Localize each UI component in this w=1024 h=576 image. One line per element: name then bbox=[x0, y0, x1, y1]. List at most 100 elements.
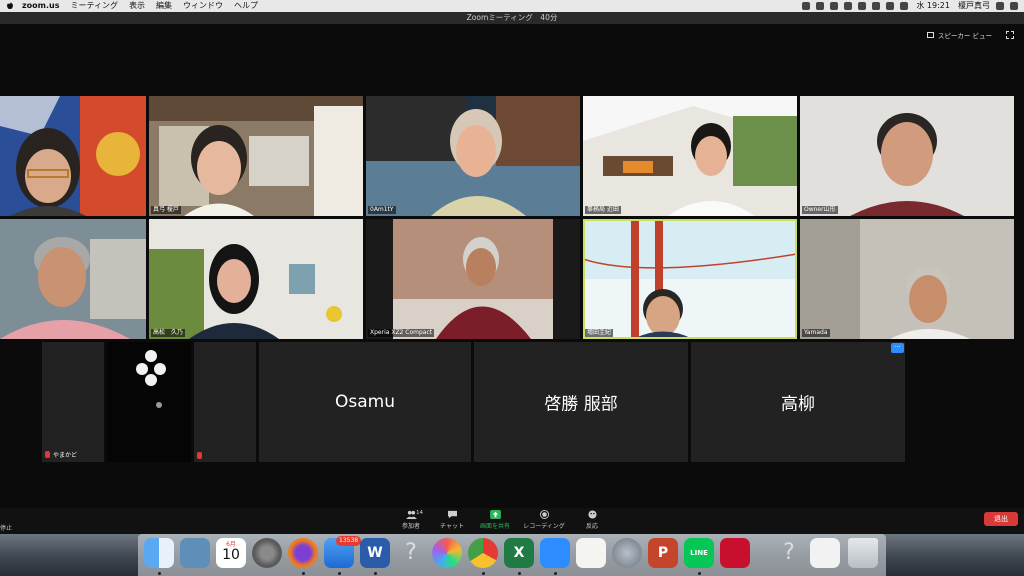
system-preferences-icon[interactable] bbox=[252, 538, 282, 568]
no-video-tile[interactable]: やまかど bbox=[42, 342, 104, 462]
menu-view[interactable]: 表示 bbox=[129, 0, 145, 12]
dropbox-icon[interactable] bbox=[844, 2, 853, 10]
grid-icon bbox=[926, 32, 934, 38]
participant-video bbox=[800, 96, 1014, 216]
no-video-tile[interactable]: 高柳 ··· bbox=[691, 342, 905, 462]
menu-edit[interactable]: 編集 bbox=[156, 0, 172, 12]
chrome-icon[interactable] bbox=[468, 538, 498, 568]
share-screen-button[interactable]: 画面を共有 bbox=[478, 510, 512, 530]
menu-help[interactable]: ヘルプ bbox=[234, 0, 258, 12]
muted-mic-icon bbox=[197, 452, 202, 459]
speaker-view-label: スピーカー ビュー bbox=[937, 32, 992, 40]
acrobat-icon[interactable] bbox=[720, 538, 750, 568]
document-icon[interactable] bbox=[810, 538, 840, 568]
video-tile[interactable]: 0Am1tY bbox=[366, 96, 580, 216]
video-tile[interactable]: 真弓 榎戸 bbox=[149, 96, 363, 216]
clock[interactable]: 水 19:21 bbox=[916, 0, 950, 12]
status-app-icon[interactable] bbox=[802, 2, 811, 10]
reactions-button[interactable]: 反応 bbox=[579, 510, 605, 530]
video-tile[interactable] bbox=[107, 342, 191, 462]
participant-name: 事務局 近田 bbox=[585, 206, 621, 214]
more-options-icon[interactable]: ··· bbox=[891, 343, 904, 353]
menu-app-name[interactable]: zoom.us bbox=[22, 0, 59, 12]
word-icon[interactable]: W bbox=[360, 538, 390, 568]
video-tile-active-speaker[interactable]: 増田圭紀 bbox=[583, 219, 797, 339]
video-tile[interactable] bbox=[0, 219, 146, 339]
running-indicator bbox=[158, 572, 161, 575]
textedit-icon[interactable] bbox=[576, 538, 606, 568]
firefox-icon[interactable] bbox=[288, 538, 318, 568]
video-tile[interactable]: Owner山形 bbox=[800, 96, 1014, 216]
user-name[interactable]: 榎戸真弓 bbox=[958, 0, 990, 12]
launchpad-icon[interactable] bbox=[612, 538, 642, 568]
video-tile[interactable]: 高松 久乃 bbox=[149, 219, 363, 339]
zoom-icon[interactable] bbox=[540, 538, 570, 568]
record-button[interactable]: レコーディング bbox=[520, 510, 568, 530]
chat-button[interactable]: チャット bbox=[437, 510, 467, 530]
participant-video bbox=[583, 96, 797, 216]
participant-name: 高柳 bbox=[781, 394, 815, 415]
running-indicator bbox=[554, 572, 557, 575]
powerpoint-icon[interactable]: P bbox=[648, 538, 678, 568]
meeting-toolbar: 停止 参加者 14 チャット 画面を共有 レコーディング 反応 退出 bbox=[0, 508, 1024, 534]
volume-icon[interactable] bbox=[886, 2, 895, 10]
running-indicator bbox=[518, 572, 521, 575]
participant-video bbox=[136, 350, 166, 408]
video-tile[interactable]: Yamada bbox=[800, 219, 1014, 339]
participants-label: 参加者 bbox=[401, 523, 420, 530]
excel-icon[interactable]: X bbox=[504, 538, 534, 568]
reactions-label: 反応 bbox=[585, 523, 598, 530]
participant-name: Owner山形 bbox=[802, 206, 838, 214]
chat-icon bbox=[447, 510, 457, 519]
reactions-icon bbox=[587, 510, 597, 519]
muted-mic-icon bbox=[45, 451, 50, 458]
participant-name: 増田圭紀 bbox=[585, 329, 614, 337]
participant-video bbox=[0, 219, 146, 339]
participant-name: 真弓 榎戸 bbox=[151, 206, 181, 214]
share-screen-icon bbox=[489, 510, 501, 519]
running-indicator bbox=[338, 572, 341, 575]
participant-name: やまかど bbox=[53, 452, 78, 459]
fullscreen-icon[interactable] bbox=[1006, 31, 1014, 39]
calendar-date: 10 bbox=[222, 547, 240, 563]
record-icon bbox=[539, 510, 549, 519]
speaker-view-button[interactable]: スピーカー ビュー bbox=[926, 30, 992, 40]
running-indicator bbox=[698, 572, 701, 575]
line-icon[interactable]: LINE bbox=[684, 538, 714, 568]
participant-video bbox=[149, 219, 363, 339]
stop-video-label[interactable]: 停止 bbox=[0, 523, 12, 532]
participant-video bbox=[0, 96, 146, 216]
calendar-icon[interactable]: 6月 10 bbox=[216, 538, 246, 568]
no-video-tile[interactable] bbox=[194, 342, 256, 462]
participants-count: 14 bbox=[416, 510, 423, 516]
battery-icon[interactable] bbox=[900, 2, 909, 10]
finder-icon[interactable] bbox=[144, 538, 174, 568]
participants-icon bbox=[405, 510, 417, 519]
participant-name: 啓勝 服部 bbox=[544, 394, 618, 415]
record-status-icon[interactable] bbox=[830, 2, 839, 10]
menu-meeting[interactable]: ミーティング bbox=[70, 0, 118, 12]
no-video-tile[interactable]: Osamu bbox=[259, 342, 471, 462]
video-tile[interactable]: 事務局 近田 bbox=[583, 96, 797, 216]
participant-video bbox=[583, 219, 797, 339]
preview-icon[interactable] bbox=[180, 538, 210, 568]
zoom-status-icon[interactable] bbox=[816, 2, 825, 10]
status-area: 水 19:21 榎戸真弓 bbox=[796, 0, 1018, 12]
apple-menu-icon[interactable] bbox=[6, 2, 14, 10]
no-video-tile[interactable]: 啓勝 服部 bbox=[474, 342, 688, 462]
leave-meeting-button[interactable]: 退出 bbox=[984, 512, 1018, 526]
video-tile[interactable]: Xperia XZ2 Compact bbox=[366, 219, 580, 339]
bluetooth-icon[interactable] bbox=[858, 2, 867, 10]
spotlight-icon[interactable] bbox=[996, 2, 1004, 10]
video-tile[interactable] bbox=[0, 96, 146, 216]
menu-window[interactable]: ウィンドウ bbox=[183, 0, 223, 12]
notification-center-icon[interactable] bbox=[1010, 2, 1018, 10]
unknown-app-icon[interactable]: ? bbox=[396, 538, 426, 568]
muted-name-tag bbox=[197, 452, 205, 459]
participant-name: 0Am1tY bbox=[368, 206, 396, 214]
photos-icon[interactable] bbox=[432, 538, 462, 568]
participant-name: 高松 久乃 bbox=[151, 329, 186, 337]
trash-icon[interactable] bbox=[848, 538, 878, 568]
unknown-app-icon[interactable]: ? bbox=[774, 538, 804, 568]
wifi-icon[interactable] bbox=[872, 2, 881, 10]
